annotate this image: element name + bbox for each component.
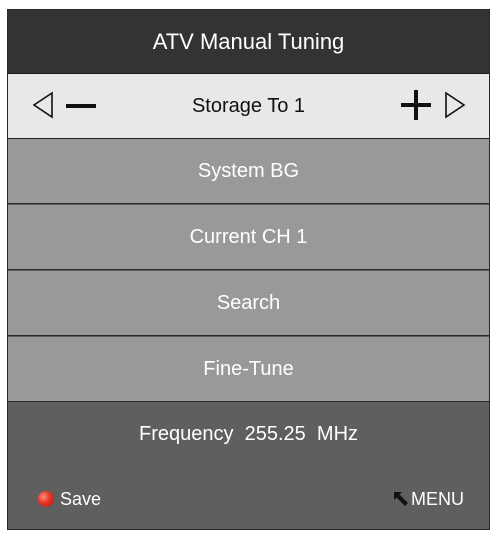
triangle-right-icon[interactable] xyxy=(444,91,466,119)
red-dot-icon xyxy=(38,491,54,507)
frequency-readout: Frequency 255.25 MHz xyxy=(8,419,489,449)
save-label: Save xyxy=(60,488,102,509)
footer: Frequency 255.25 MHz Save MENU xyxy=(8,403,489,529)
dialog-title: ATV Manual Tuning xyxy=(8,10,489,73)
storage-row[interactable]: Storage To 1 xyxy=(8,73,489,139)
menu-hint[interactable]: MENU xyxy=(393,487,464,511)
frequency-label: Frequency xyxy=(138,422,234,445)
menu-label: MENU xyxy=(411,488,464,509)
menu-item-search[interactable]: Search xyxy=(8,271,489,336)
menu-item-fine-tune[interactable]: Fine-Tune xyxy=(8,337,489,402)
menu-item-current-ch[interactable]: Current CH 1 xyxy=(8,205,489,270)
atv-manual-tuning-dialog: ATV Manual Tuning Storage To 1 System BG… xyxy=(7,9,490,530)
menu-item-system[interactable]: System BG xyxy=(8,139,489,204)
frequency-unit: MHz xyxy=(316,422,359,445)
return-arrow-icon xyxy=(394,492,408,506)
plus-icon[interactable] xyxy=(401,90,431,120)
save-hint[interactable]: Save xyxy=(38,487,101,511)
frequency-value: 255.25 xyxy=(244,422,306,445)
